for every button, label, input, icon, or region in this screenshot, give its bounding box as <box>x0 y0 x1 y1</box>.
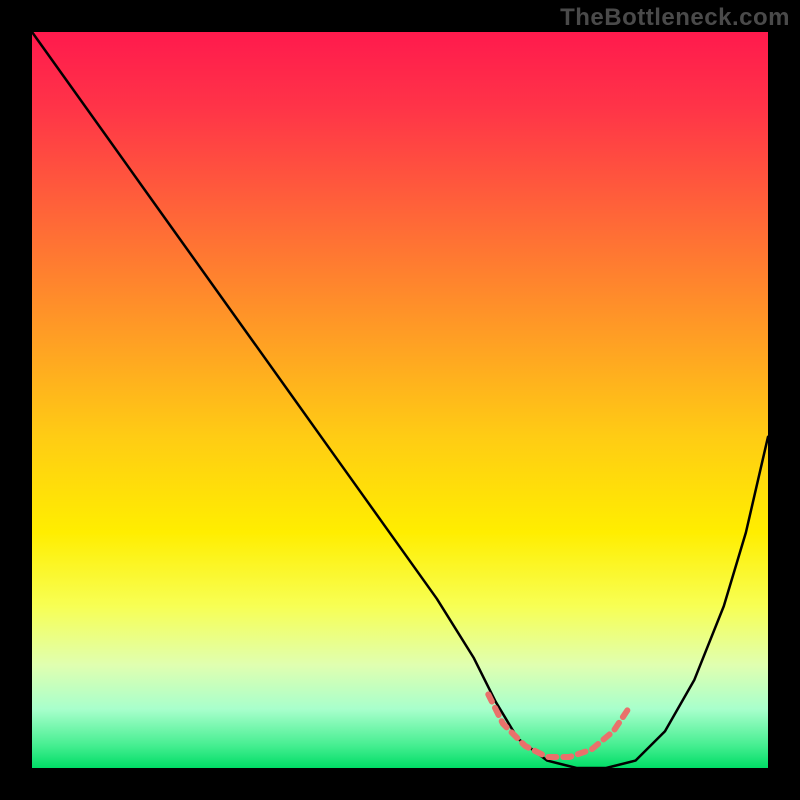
watermark-text: TheBottleneck.com <box>560 4 790 32</box>
chart-frame: TheBottleneck.com <box>0 0 800 800</box>
bottleneck-chart <box>0 0 800 800</box>
plot-background <box>32 32 768 768</box>
